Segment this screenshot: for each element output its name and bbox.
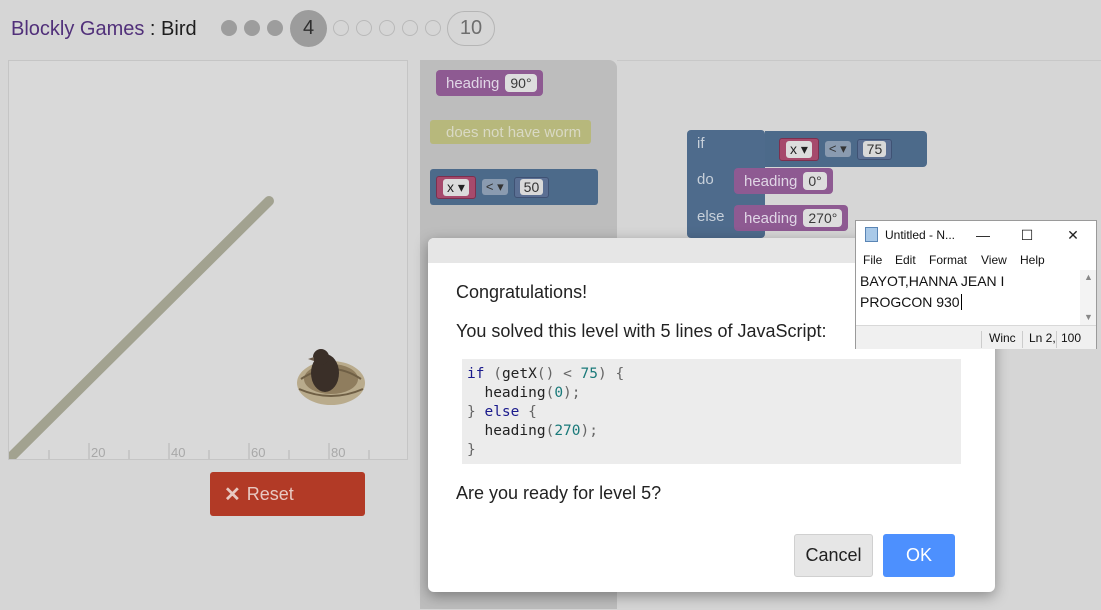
dialog-title: Congratulations! [456, 282, 588, 302]
ok-button[interactable]: OK [883, 534, 955, 577]
game-canvas: 20 40 60 80 [8, 60, 408, 460]
text-line-content: PROGCON 930 [860, 294, 960, 310]
operator-dropdown[interactable]: < ▾ [824, 141, 851, 157]
operator-label: < [485, 179, 494, 194]
if-keyword: if [697, 135, 705, 152]
code-token: heading [484, 385, 546, 401]
close-icon[interactable]: ✕ [1060, 225, 1086, 245]
dialog-message: You solved this level with 5 lines of Ja… [456, 321, 827, 341]
game-name: Bird [161, 18, 197, 40]
code-token: getX [501, 366, 537, 382]
block-label: heading [744, 172, 798, 190]
number-value: 75 [862, 140, 887, 157]
x-tick-label: 60 [251, 445, 265, 459]
code-token: 75 [580, 366, 598, 382]
level-2-link[interactable] [244, 20, 260, 36]
status-encoding: Winc [989, 331, 1016, 345]
else-heading-block[interactable]: heading 270° [734, 205, 849, 231]
level-5-link[interactable] [333, 20, 349, 36]
level-1-link[interactable] [221, 20, 237, 36]
angle-field[interactable]: 90° [505, 74, 537, 92]
level-3-link[interactable] [267, 20, 283, 36]
operator-label: < [828, 141, 837, 156]
menu-edit[interactable]: Edit [895, 253, 916, 267]
scroll-down-icon[interactable]: ▼ [1084, 312, 1093, 322]
flyout-heading-block[interactable]: heading 90° [436, 70, 543, 96]
close-icon: ✕ [224, 483, 241, 506]
text-cursor [960, 294, 962, 310]
blockly-games-link[interactable]: Blockly Games [11, 18, 144, 40]
level-6-link[interactable] [356, 20, 372, 36]
variable-dropdown[interactable]: x ▾ [436, 175, 476, 199]
level-7-link[interactable] [379, 20, 395, 36]
code-token: 0 [554, 385, 564, 401]
notepad-window[interactable]: Untitled - N... — ☐ ✕ File Edit Format V… [855, 220, 1097, 349]
var-name: x [790, 140, 797, 157]
var-name: x [447, 178, 454, 195]
x-tick-label: 80 [331, 445, 345, 459]
do-keyword: do [697, 171, 714, 188]
number-field[interactable]: 50 [513, 176, 550, 198]
menu-file[interactable]: File [863, 253, 882, 267]
maximize-icon[interactable]: ☐ [1014, 225, 1040, 245]
level-9-link[interactable] [425, 20, 441, 36]
canvas-drawing: 20 40 60 80 [9, 196, 370, 459]
level-10-link[interactable]: 10 [447, 11, 495, 46]
minimize-icon[interactable]: — [970, 225, 996, 245]
x-tick-label: 40 [171, 445, 185, 459]
angle-field[interactable]: 0° [803, 172, 827, 190]
level-current[interactable]: 4 [290, 10, 327, 47]
status-position: Ln 2, [1029, 331, 1056, 345]
block-label: heading [744, 209, 798, 227]
notepad-statusbar: Winc Ln 2, 100 [856, 325, 1096, 349]
number-field[interactable]: 75 [856, 138, 893, 160]
notepad-titlebar[interactable]: Untitled - N... — ☐ ✕ [856, 221, 1096, 249]
operator-dropdown[interactable]: < ▾ [481, 179, 508, 195]
text-line: BAYOT,HANNA JEAN I [860, 273, 1005, 289]
text-line: PROGCON 930 [860, 292, 1080, 313]
menu-view[interactable]: View [981, 253, 1007, 267]
page-title: Blockly Games : Bird [11, 18, 197, 41]
title-separator: : [144, 18, 162, 40]
code-token: else [484, 404, 520, 420]
level-8-link[interactable] [402, 20, 418, 36]
menu-help[interactable]: Help [1020, 253, 1045, 267]
variable-dropdown[interactable]: x ▾ [779, 137, 819, 161]
flyout-compare-block[interactable]: x ▾ < ▾ 50 [430, 169, 598, 205]
status-zoom: 100 [1061, 331, 1082, 345]
reset-button[interactable]: ✕ Reset [210, 472, 365, 516]
notepad-text-area[interactable]: BAYOT,HANNA JEAN I PROGCON 930 [860, 271, 1080, 323]
code-block: if (getX() < 75) { heading(0); } else { … [462, 359, 961, 464]
block-label: heading [446, 74, 500, 92]
else-keyword: else [697, 208, 725, 225]
header: Blockly Games : Bird 4 10 [0, 0, 1101, 60]
flyout-worm-block[interactable]: does not have worm [430, 120, 592, 144]
code-token: if [467, 366, 485, 382]
code-token: 270 [554, 423, 581, 439]
if-condition-slot[interactable]: x ▾ < ▾ 75 [765, 131, 927, 167]
do-heading-block[interactable]: heading 0° [734, 168, 833, 194]
notepad-icon [865, 227, 878, 242]
block-label: does not have worm [446, 123, 582, 141]
wall-line [9, 196, 274, 459]
cancel-button[interactable]: Cancel [794, 534, 873, 577]
code-token: heading [484, 423, 546, 439]
menu-format[interactable]: Format [929, 253, 967, 267]
notepad-title: Untitled - N... [885, 228, 956, 242]
reset-label: Reset [246, 483, 294, 504]
scroll-up-icon[interactable]: ▲ [1084, 272, 1093, 282]
dialog-question: Are you ready for level 5? [456, 483, 662, 503]
x-tick-label: 20 [91, 445, 105, 459]
angle-field[interactable]: 270° [803, 209, 843, 227]
code-token: < [563, 366, 572, 382]
vertical-scrollbar[interactable]: ▲ ▼ [1080, 270, 1096, 325]
number-value: 50 [519, 178, 544, 195]
